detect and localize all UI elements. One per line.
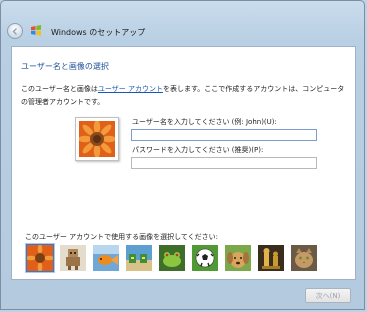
robot-picture-icon <box>60 245 86 271</box>
picture-picker-label: このユーザー アカウントで使用する画像を選択してください: <box>25 233 219 241</box>
picture-picker <box>26 244 346 276</box>
description-text-1: このユーザー名と画像は <box>21 85 98 93</box>
page-heading: ユーザー名と画像の選択 <box>21 62 109 71</box>
picture-option-beach-chairs[interactable] <box>125 244 153 272</box>
window-title: Windows のセットアップ <box>51 28 146 37</box>
password-label: パスワードを入力してください (推奨)(P): <box>132 146 264 154</box>
picture-option-cat[interactable] <box>290 244 318 272</box>
goldfish-picture-icon <box>93 245 119 271</box>
cat-picture-icon <box>291 245 317 271</box>
content-panel: ユーザー名と画像の選択 このユーザー名と画像はユーザー アカウントを表します。こ… <box>11 46 356 280</box>
picture-option-robot[interactable] <box>59 244 87 272</box>
puppy-picture-icon <box>225 245 251 271</box>
beach-chairs-picture-icon <box>126 245 152 271</box>
windows-logo-icon <box>31 25 41 36</box>
flower-picture-icon <box>79 121 115 157</box>
selected-picture-preview <box>75 117 119 161</box>
picture-option-flower[interactable] <box>26 244 54 272</box>
flower-picture-icon <box>27 245 53 271</box>
soccer-ball-picture-icon <box>192 245 218 271</box>
title-bar: Windows のセットアップ <box>1 1 364 46</box>
picture-option-puppy[interactable] <box>224 244 252 272</box>
next-button[interactable]: 次へ(N) <box>305 288 351 303</box>
user-account-link[interactable]: ユーザー アカウント <box>98 85 163 93</box>
picture-option-chess-pieces[interactable] <box>257 244 285 272</box>
chess-pieces-picture-icon <box>258 245 284 271</box>
back-button[interactable] <box>7 23 23 39</box>
description: このユーザー名と画像はユーザー アカウントを表します。ここで作成するアカウントは… <box>21 83 351 109</box>
picture-option-goldfish[interactable] <box>92 244 120 272</box>
username-input[interactable] <box>131 129 317 141</box>
frog-picture-icon <box>159 245 185 271</box>
picture-option-frog[interactable] <box>158 244 186 272</box>
username-label: ユーザー名を入力してください (例: John)(U): <box>132 118 277 126</box>
picture-option-soccer-ball[interactable] <box>191 244 219 272</box>
footer-bar: 次へ(N) <box>1 281 364 311</box>
setup-window: Windows のセットアップ ユーザー名と画像の選択 このユーザー名と画像はユ… <box>0 0 365 310</box>
back-arrow-icon <box>12 28 17 35</box>
password-input[interactable] <box>131 157 317 169</box>
